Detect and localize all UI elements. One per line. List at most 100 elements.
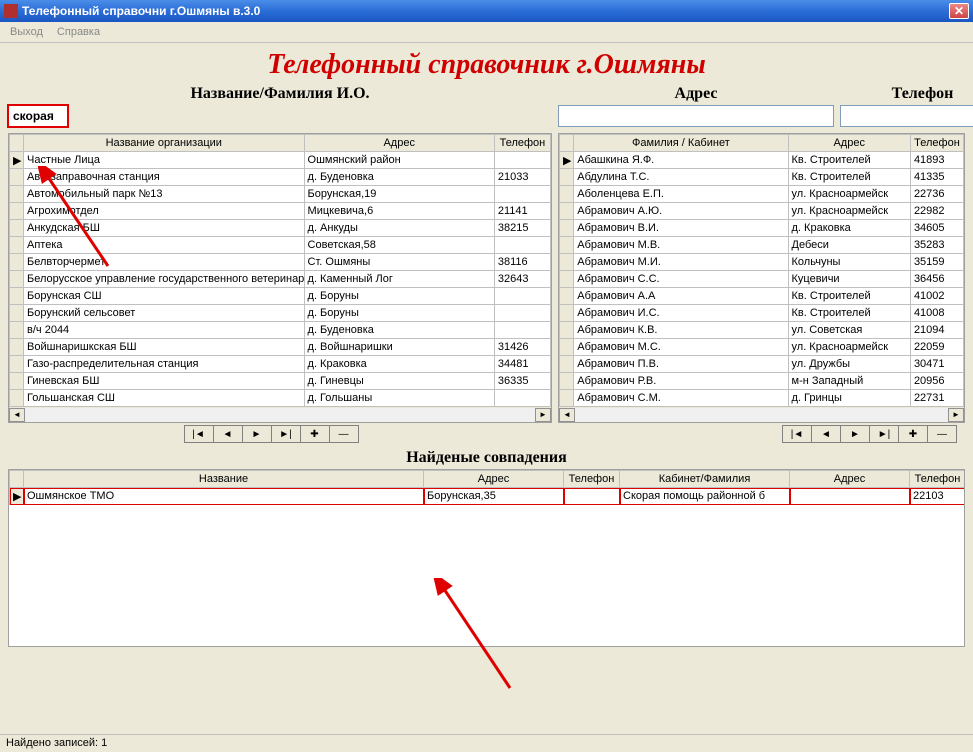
cell-phone[interactable]: 21094	[910, 322, 963, 339]
cell-addr[interactable]: д. Боруны	[304, 305, 494, 322]
search-name-input[interactable]	[8, 105, 68, 127]
person-grid-hscroll[interactable]: ◄ ►	[559, 406, 964, 422]
cell-name[interactable]: Абрамович В.И.	[574, 220, 788, 237]
cell-name[interactable]: Газо-распределительная станция	[24, 356, 305, 373]
nav-prev-button[interactable]: ◄	[213, 425, 243, 443]
cell-phone[interactable]	[494, 305, 550, 322]
cell-addr[interactable]: Мицкевича,6	[304, 203, 494, 220]
menu-exit[interactable]: Выход	[4, 24, 49, 40]
res-col-cab[interactable]: Кабинет/Фамилия	[620, 471, 790, 488]
cell-addr[interactable]: Куцевичи	[788, 271, 910, 288]
cell-addr[interactable]: Борунская,19	[304, 186, 494, 203]
cell-name[interactable]: Войшнаришкская БШ	[24, 339, 305, 356]
cell-name[interactable]: Абрамович И.С.	[574, 305, 788, 322]
res-col-phone[interactable]: Телефон	[564, 471, 620, 488]
cell-name[interactable]: Абрамович Р.В.	[574, 373, 788, 390]
cell-phone2[interactable]: 22103	[910, 488, 966, 505]
cell-addr[interactable]: д. Каменный Лог	[304, 271, 494, 288]
nav-next-button[interactable]: ►	[242, 425, 272, 443]
close-button[interactable]: ✕	[949, 3, 969, 19]
cell-name[interactable]: Абрамович М.В.	[574, 237, 788, 254]
table-row[interactable]: Абрамович М.С.ул. Красноармейск22059	[560, 339, 964, 356]
person-col-name[interactable]: Фамилия / Кабинет	[574, 135, 788, 152]
cell-addr[interactable]: м-н Западный	[788, 373, 910, 390]
cell-addr[interactable]: д. Войшнаришки	[304, 339, 494, 356]
cell-addr[interactable]: д. Гиневцы	[304, 373, 494, 390]
cell-cab[interactable]: Скорая помощь районной б	[620, 488, 790, 505]
cell-addr[interactable]: д. Краковка	[788, 220, 910, 237]
scroll-right-icon[interactable]: ►	[535, 408, 551, 422]
cell-addr[interactable]: Ст. Ошмяны	[304, 254, 494, 271]
table-row[interactable]: Автомобильный парк №13Борунская,19	[10, 186, 551, 203]
cell-addr[interactable]: д. Буденовка	[304, 169, 494, 186]
cell-phone[interactable]: 36335	[494, 373, 550, 390]
scroll-left-icon[interactable]: ◄	[559, 408, 575, 422]
cell-phone[interactable]	[564, 488, 620, 505]
org-col-addr[interactable]: Адрес	[304, 135, 494, 152]
table-row[interactable]: Гиневская БШд. Гиневцы36335	[10, 373, 551, 390]
cell-name[interactable]: Агрохимотдел	[24, 203, 305, 220]
scroll-left-icon[interactable]: ◄	[9, 408, 25, 422]
cell-phone[interactable]: 41002	[910, 288, 963, 305]
cell-addr[interactable]: Кв. Строителей	[788, 305, 910, 322]
cell-addr[interactable]: Кольчуны	[788, 254, 910, 271]
cell-phone[interactable]	[494, 390, 550, 407]
table-row[interactable]: Абрамович К.В.ул. Советская21094	[560, 322, 964, 339]
cell-addr[interactable]: Кв. Строителей	[788, 169, 910, 186]
table-row[interactable]: АгрохимотделМицкевича,621141	[10, 203, 551, 220]
cell-name[interactable]: Абрамович К.В.	[574, 322, 788, 339]
cell-name[interactable]: Абрамович А.А	[574, 288, 788, 305]
table-row[interactable]: в/ч 2044д. Буденовка	[10, 322, 551, 339]
search-addr-input[interactable]	[558, 105, 834, 127]
table-row[interactable]: ▶Частные ЛицаОшмянский район	[10, 152, 551, 169]
cell-phone[interactable]: 41893	[910, 152, 963, 169]
cell-phone[interactable]: 36456	[910, 271, 963, 288]
cell-name[interactable]: Абашкина Я.Ф.	[574, 152, 788, 169]
cell-name[interactable]: Абрамович С.С.	[574, 271, 788, 288]
cell-addr[interactable]: Советская,58	[304, 237, 494, 254]
cell-name[interactable]: Белвторчермет	[24, 254, 305, 271]
cell-addr[interactable]: д. Анкуды	[304, 220, 494, 237]
table-row[interactable]: Абрамович С.М.д. Гринцы22731	[560, 390, 964, 407]
table-row[interactable]: Абрамович С.С.Куцевичи36456	[560, 271, 964, 288]
table-row[interactable]: БелвторчерметСт. Ошмяны38116	[10, 254, 551, 271]
cell-name[interactable]: Автомобильный парк №13	[24, 186, 305, 203]
cell-name[interactable]: Аболенцева Е.П.	[574, 186, 788, 203]
cell-name[interactable]: Белорусское управление государственного …	[24, 271, 305, 288]
cell-phone[interactable]: 32643	[494, 271, 550, 288]
cell-name[interactable]: Абрамович М.И.	[574, 254, 788, 271]
table-row[interactable]: Автозаправочная станцияд. Буденовка21033	[10, 169, 551, 186]
cell-phone[interactable]: 22059	[910, 339, 963, 356]
table-row[interactable]: Газо-распределительная станцияд. Краковк…	[10, 356, 551, 373]
res-col-addr[interactable]: Адрес	[424, 471, 564, 488]
cell-name[interactable]: Абрамович С.М.	[574, 390, 788, 407]
cell-addr[interactable]: Кв. Строителей	[788, 288, 910, 305]
cell-name[interactable]: Абдулина Т.С.	[574, 169, 788, 186]
table-row[interactable]: Абдулина Т.С.Кв. Строителей41335	[560, 169, 964, 186]
cell-phone[interactable]: 21141	[494, 203, 550, 220]
cell-addr[interactable]: Ошмянский район	[304, 152, 494, 169]
cell-phone[interactable]: 31426	[494, 339, 550, 356]
org-grid-hscroll[interactable]: ◄ ►	[9, 406, 551, 422]
table-row[interactable]: Войшнаришкская БШд. Войшнаришки31426	[10, 339, 551, 356]
cell-addr[interactable]: ул. Дружбы	[788, 356, 910, 373]
table-row[interactable]: Абрамович В.И.д. Краковка34605	[560, 220, 964, 237]
cell-name[interactable]: Абрамович А.Ю.	[574, 203, 788, 220]
table-row[interactable]: Аболенцева Е.П.ул. Красноармейск22736	[560, 186, 964, 203]
cell-name[interactable]: Автозаправочная станция	[24, 169, 305, 186]
cell-phone[interactable]	[494, 237, 550, 254]
nav-last-button[interactable]: ►|	[869, 425, 899, 443]
cell-addr[interactable]: д. Гольшаны	[304, 390, 494, 407]
cell-addr[interactable]: д. Краковка	[304, 356, 494, 373]
table-row[interactable]: Белорусское управление государственного …	[10, 271, 551, 288]
cell-addr[interactable]: д. Боруны	[304, 288, 494, 305]
cell-phone[interactable]	[494, 186, 550, 203]
cell-addr[interactable]: ул. Красноармейск	[788, 186, 910, 203]
nav-last-button[interactable]: ►|	[271, 425, 301, 443]
search-phone-input[interactable]	[840, 105, 973, 127]
cell-name[interactable]: Анкудская БШ	[24, 220, 305, 237]
table-row[interactable]: Абрамович А.Ю.ул. Красноармейск22982	[560, 203, 964, 220]
cell-name[interactable]: Частные Лица	[24, 152, 305, 169]
cell-addr2[interactable]	[790, 488, 910, 505]
cell-phone[interactable]	[494, 322, 550, 339]
